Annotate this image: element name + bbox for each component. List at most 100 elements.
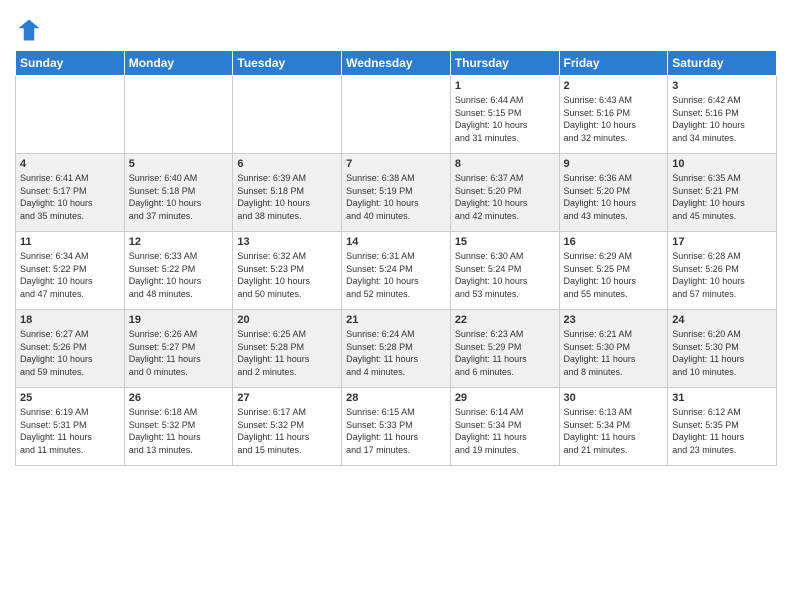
calendar-cell: 25 Sunrise: 6:19 AM Sunset: 5:31 PM Dayli… <box>16 388 125 466</box>
calendar-cell: 12 Sunrise: 6:33 AM Sunset: 5:22 PM Dayli… <box>124 232 233 310</box>
calendar-cell: 27 Sunrise: 6:17 AM Sunset: 5:32 PM Dayli… <box>233 388 342 466</box>
day-info: Sunrise: 6:12 AM Sunset: 5:35 PM Dayligh… <box>672 406 772 456</box>
calendar-cell: 30Sunrise: 6:13 AM Sunset: 5:34 PM Dayli… <box>559 388 668 466</box>
calendar-cell: 5 Sunrise: 6:40 AM Sunset: 5:18 PM Daylig… <box>124 154 233 232</box>
calendar-cell <box>16 76 125 154</box>
weekday-header-friday: Friday <box>559 51 668 76</box>
day-number: 26 <box>129 392 229 404</box>
calendar-cell <box>233 76 342 154</box>
day-info: Sunrise: 6:20 AM Sunset: 5:30 PM Dayligh… <box>672 328 772 378</box>
calendar-table: SundayMondayTuesdayWednesdayThursdayFrid… <box>15 50 777 466</box>
day-number: 12 <box>129 236 229 248</box>
day-info: Sunrise: 6:32 AM Sunset: 5:23 PM Dayligh… <box>237 250 337 300</box>
calendar-week-5: 25 Sunrise: 6:19 AM Sunset: 5:31 PM Dayli… <box>16 388 777 466</box>
calendar-cell: 18 Sunrise: 6:27 AM Sunset: 5:26 PM Dayli… <box>16 310 125 388</box>
day-info: Sunrise: 6:26 AM Sunset: 5:27 PM Dayligh… <box>129 328 229 378</box>
day-number: 1 <box>455 80 555 92</box>
day-info: Sunrise: 6:38 AM Sunset: 5:19 PM Dayligh… <box>346 172 446 222</box>
day-info: Sunrise: 6:36 AM Sunset: 5:20 PM Dayligh… <box>564 172 664 222</box>
calendar-cell: 24 Sunrise: 6:20 AM Sunset: 5:30 PM Dayli… <box>668 310 777 388</box>
calendar-cell: 23Sunrise: 6:21 AM Sunset: 5:30 PM Dayli… <box>559 310 668 388</box>
calendar-week-4: 18 Sunrise: 6:27 AM Sunset: 5:26 PM Dayli… <box>16 310 777 388</box>
day-number: 20 <box>237 314 337 326</box>
calendar-cell: 2 Sunrise: 6:43 AM Sunset: 5:16 PM Daylig… <box>559 76 668 154</box>
calendar-cell: 4Sunrise: 6:41 AM Sunset: 5:17 PM Daylig… <box>16 154 125 232</box>
calendar-cell: 8Sunrise: 6:37 AM Sunset: 5:20 PM Daylig… <box>450 154 559 232</box>
calendar-cell: 26 Sunrise: 6:18 AM Sunset: 5:32 PM Dayli… <box>124 388 233 466</box>
day-number: 7 <box>346 158 446 170</box>
day-info: Sunrise: 6:44 AM Sunset: 5:15 PM Dayligh… <box>455 94 555 144</box>
day-number: 11 <box>20 236 120 248</box>
calendar-cell: 28 Sunrise: 6:15 AM Sunset: 5:33 PM Dayli… <box>342 388 451 466</box>
day-info: Sunrise: 6:17 AM Sunset: 5:32 PM Dayligh… <box>237 406 337 456</box>
calendar-cell <box>124 76 233 154</box>
weekday-header-thursday: Thursday <box>450 51 559 76</box>
logo <box>15 16 47 44</box>
calendar-cell: 3Sunrise: 6:42 AM Sunset: 5:16 PM Daylig… <box>668 76 777 154</box>
day-number: 13 <box>237 236 337 248</box>
day-number: 25 <box>20 392 120 404</box>
calendar-cell: 9 Sunrise: 6:36 AM Sunset: 5:20 PM Daylig… <box>559 154 668 232</box>
day-info: Sunrise: 6:28 AM Sunset: 5:26 PM Dayligh… <box>672 250 772 300</box>
day-number: 19 <box>129 314 229 326</box>
day-info: Sunrise: 6:42 AM Sunset: 5:16 PM Dayligh… <box>672 94 772 144</box>
calendar-week-2: 4Sunrise: 6:41 AM Sunset: 5:17 PM Daylig… <box>16 154 777 232</box>
day-number: 10 <box>672 158 772 170</box>
day-info: Sunrise: 6:21 AM Sunset: 5:30 PM Dayligh… <box>564 328 664 378</box>
calendar-cell: 16 Sunrise: 6:29 AM Sunset: 5:25 PM Dayli… <box>559 232 668 310</box>
day-info: Sunrise: 6:34 AM Sunset: 5:22 PM Dayligh… <box>20 250 120 300</box>
day-number: 24 <box>672 314 772 326</box>
logo-icon <box>15 16 43 44</box>
day-number: 9 <box>564 158 664 170</box>
calendar-cell: 20 Sunrise: 6:25 AM Sunset: 5:28 PM Dayli… <box>233 310 342 388</box>
day-number: 8 <box>455 158 555 170</box>
day-info: Sunrise: 6:25 AM Sunset: 5:28 PM Dayligh… <box>237 328 337 378</box>
day-info: Sunrise: 6:30 AM Sunset: 5:24 PM Dayligh… <box>455 250 555 300</box>
day-number: 29 <box>455 392 555 404</box>
day-number: 21 <box>346 314 446 326</box>
calendar-cell: 10 Sunrise: 6:35 AM Sunset: 5:21 PM Dayli… <box>668 154 777 232</box>
day-number: 31 <box>672 392 772 404</box>
day-number: 6 <box>237 158 337 170</box>
day-info: Sunrise: 6:24 AM Sunset: 5:28 PM Dayligh… <box>346 328 446 378</box>
day-info: Sunrise: 6:14 AM Sunset: 5:34 PM Dayligh… <box>455 406 555 456</box>
day-info: Sunrise: 6:13 AM Sunset: 5:34 PM Dayligh… <box>564 406 664 456</box>
day-info: Sunrise: 6:33 AM Sunset: 5:22 PM Dayligh… <box>129 250 229 300</box>
day-number: 27 <box>237 392 337 404</box>
day-number: 14 <box>346 236 446 248</box>
calendar-cell: 15 Sunrise: 6:30 AM Sunset: 5:24 PM Dayli… <box>450 232 559 310</box>
calendar-cell: 6 Sunrise: 6:39 AM Sunset: 5:18 PM Daylig… <box>233 154 342 232</box>
day-info: Sunrise: 6:41 AM Sunset: 5:17 PM Dayligh… <box>20 172 120 222</box>
day-info: Sunrise: 6:40 AM Sunset: 5:18 PM Dayligh… <box>129 172 229 222</box>
day-info: Sunrise: 6:39 AM Sunset: 5:18 PM Dayligh… <box>237 172 337 222</box>
calendar-cell: 7 Sunrise: 6:38 AM Sunset: 5:19 PM Daylig… <box>342 154 451 232</box>
page-header <box>15 10 777 44</box>
day-info: Sunrise: 6:43 AM Sunset: 5:16 PM Dayligh… <box>564 94 664 144</box>
day-info: Sunrise: 6:18 AM Sunset: 5:32 PM Dayligh… <box>129 406 229 456</box>
weekday-header-saturday: Saturday <box>668 51 777 76</box>
day-number: 16 <box>564 236 664 248</box>
calendar-week-3: 11 Sunrise: 6:34 AM Sunset: 5:22 PM Dayli… <box>16 232 777 310</box>
day-info: Sunrise: 6:35 AM Sunset: 5:21 PM Dayligh… <box>672 172 772 222</box>
day-info: Sunrise: 6:23 AM Sunset: 5:29 PM Dayligh… <box>455 328 555 378</box>
calendar-cell: 1 Sunrise: 6:44 AM Sunset: 5:15 PM Daylig… <box>450 76 559 154</box>
day-info: Sunrise: 6:27 AM Sunset: 5:26 PM Dayligh… <box>20 328 120 378</box>
calendar-cell: 31 Sunrise: 6:12 AM Sunset: 5:35 PM Dayli… <box>668 388 777 466</box>
calendar-week-1: 1 Sunrise: 6:44 AM Sunset: 5:15 PM Daylig… <box>16 76 777 154</box>
day-number: 15 <box>455 236 555 248</box>
day-info: Sunrise: 6:29 AM Sunset: 5:25 PM Dayligh… <box>564 250 664 300</box>
weekday-header-monday: Monday <box>124 51 233 76</box>
calendar-header-row: SundayMondayTuesdayWednesdayThursdayFrid… <box>16 51 777 76</box>
calendar-cell <box>342 76 451 154</box>
day-info: Sunrise: 6:15 AM Sunset: 5:33 PM Dayligh… <box>346 406 446 456</box>
calendar-cell: 19 Sunrise: 6:26 AM Sunset: 5:27 PM Dayli… <box>124 310 233 388</box>
calendar-cell: 11 Sunrise: 6:34 AM Sunset: 5:22 PM Dayli… <box>16 232 125 310</box>
calendar-cell: 17Sunrise: 6:28 AM Sunset: 5:26 PM Dayli… <box>668 232 777 310</box>
day-number: 28 <box>346 392 446 404</box>
day-number: 5 <box>129 158 229 170</box>
day-info: Sunrise: 6:19 AM Sunset: 5:31 PM Dayligh… <box>20 406 120 456</box>
calendar-cell: 22Sunrise: 6:23 AM Sunset: 5:29 PM Dayli… <box>450 310 559 388</box>
weekday-header-wednesday: Wednesday <box>342 51 451 76</box>
day-number: 2 <box>564 80 664 92</box>
day-number: 18 <box>20 314 120 326</box>
